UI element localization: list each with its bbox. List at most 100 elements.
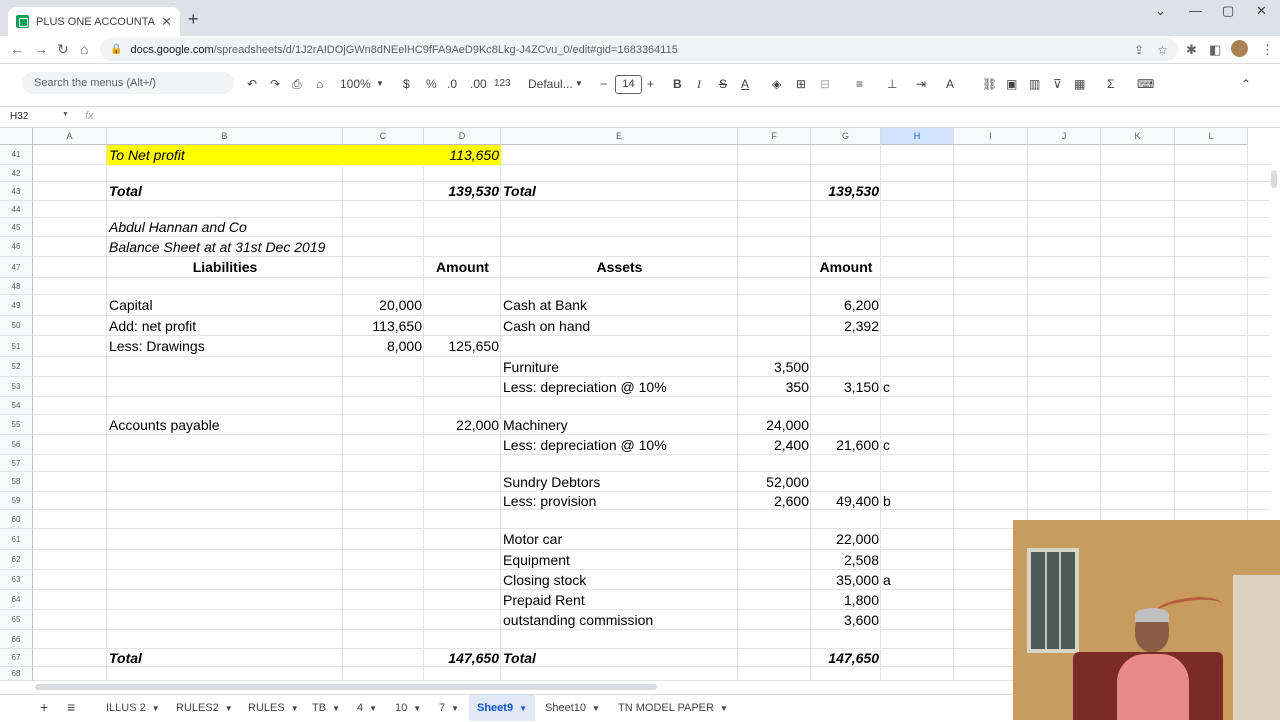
row-header-54[interactable]: 54 — [0, 397, 33, 415]
sheet-tab-10[interactable]: 10 ▼ — [387, 695, 429, 721]
cell-e56[interactable]: Less: depreciation @ 10% — [501, 435, 669, 455]
tab-search-icon[interactable]: ⌄ — [1155, 3, 1166, 19]
row-header-53[interactable]: 53 — [0, 377, 33, 397]
cell-c50[interactable]: 113,650 — [343, 316, 424, 336]
cell-b45[interactable]: Abdul Hannan and Co — [107, 218, 249, 237]
row-header-52[interactable]: 52 — [0, 357, 33, 377]
row-header-42[interactable]: 42 — [0, 165, 33, 182]
cell-d67[interactable]: 147,650 — [424, 649, 501, 667]
sheet-tab-sheet10[interactable]: Sheet10 ▼ — [537, 695, 608, 721]
all-sheets-icon[interactable]: ≡ — [67, 699, 75, 715]
cell-f58[interactable]: 52,000 — [738, 472, 811, 492]
font-size-input[interactable]: 14 — [615, 75, 642, 94]
strikethrough-icon[interactable]: S — [719, 77, 727, 91]
browser-menu-icon[interactable]: ⋮ — [1261, 42, 1274, 58]
sheet-tab-menu-icon[interactable]: ▼ — [519, 704, 527, 713]
url-field[interactable]: 🔒 docs.google.com /spreadsheets/d/1J2rAI… — [100, 38, 1178, 61]
row-header-59[interactable]: 59 — [0, 492, 33, 510]
cell-e65[interactable]: outstanding commission — [501, 610, 655, 630]
paint-format-icon[interactable]: ⌂ — [316, 77, 323, 91]
row-header-63[interactable]: 63 — [0, 570, 33, 590]
cell-d43[interactable]: 139,530 — [424, 182, 501, 201]
row-header-67[interactable]: 67 — [0, 649, 33, 667]
decrease-font-icon[interactable]: − — [600, 77, 607, 91]
cell-e58[interactable]: Sundry Debtors — [501, 472, 602, 492]
sheet-tab-menu-icon[interactable]: ▼ — [291, 704, 299, 713]
text-wrap-icon[interactable]: ⇥ — [916, 77, 926, 91]
sheet-tab-tn-model-paper[interactable]: TN MODEL PAPER ▼ — [610, 695, 736, 721]
extensions-icon[interactable]: ✱ — [1186, 42, 1197, 58]
row-header-60[interactable]: 60 — [0, 510, 33, 529]
increase-decimal-button[interactable]: .00 — [470, 77, 487, 91]
column-header-h[interactable]: H — [881, 128, 954, 145]
close-window-icon[interactable]: ✕ — [1256, 3, 1267, 19]
browser-tab[interactable]: PLUS ONE ACCOUNTANCY TAMI ✕ — [8, 7, 180, 36]
select-all-corner[interactable] — [0, 128, 33, 145]
text-rotation-icon[interactable]: A — [946, 77, 954, 91]
text-color-icon[interactable]: A — [741, 77, 749, 91]
column-header-g[interactable]: G — [811, 128, 881, 145]
cell-d55[interactable]: 22,000 — [424, 415, 501, 435]
reload-icon[interactable]: ↻ — [57, 41, 69, 58]
cell-c51[interactable]: 8,000 — [343, 336, 424, 357]
back-icon[interactable]: ← — [10, 41, 24, 57]
sheet-tab-menu-icon[interactable]: ▼ — [413, 704, 421, 713]
cell-g50[interactable]: 2,392 — [811, 316, 881, 336]
cell-f55[interactable]: 24,000 — [738, 415, 811, 435]
insert-comment-icon[interactable]: ▣ — [1006, 77, 1017, 91]
new-tab-icon[interactable]: + — [188, 9, 199, 30]
cell-e61[interactable]: Motor car — [501, 529, 564, 550]
fill-color-icon[interactable]: ◈ — [772, 77, 781, 91]
font-chevron-icon[interactable]: ▼ — [575, 79, 583, 88]
name-box[interactable]: H32 — [10, 111, 28, 122]
percent-button[interactable]: % — [426, 77, 437, 91]
cell-c49[interactable]: 20,000 — [343, 295, 424, 316]
bold-icon[interactable]: B — [673, 77, 682, 91]
row-header-66[interactable]: 66 — [0, 630, 33, 649]
sheet-tab-menu-icon[interactable]: ▼ — [152, 704, 160, 713]
cell-e59[interactable]: Less: provision — [501, 492, 598, 510]
cell-b50[interactable]: Add: net profit — [107, 316, 198, 336]
column-header-a[interactable]: A — [33, 128, 107, 145]
vertical-scrollbar[interactable] — [1271, 170, 1277, 188]
row-header-48[interactable]: 48 — [0, 278, 33, 295]
redo-icon[interactable]: ↷ — [270, 77, 280, 91]
row-header-65[interactable]: 65 — [0, 610, 33, 630]
zoom-select[interactable]: 100% — [340, 77, 371, 91]
currency-button[interactable]: $ — [403, 77, 410, 91]
row-header-44[interactable]: 44 — [0, 201, 33, 218]
sheet-tab-menu-icon[interactable]: ▼ — [369, 704, 377, 713]
cell-g56[interactable]: 21,600 — [811, 435, 881, 455]
filter-views-icon[interactable]: ▦ — [1074, 77, 1085, 91]
row-header-62[interactable]: 62 — [0, 550, 33, 570]
cell-e55[interactable]: Machinery — [501, 415, 570, 435]
cell-b47[interactable]: Liabilities — [107, 257, 343, 278]
print-icon[interactable]: ⎙ — [292, 77, 302, 92]
cell-h59[interactable]: b — [881, 492, 893, 510]
cell-f52[interactable]: 3,500 — [738, 357, 811, 377]
cell-e49[interactable]: Cash at Bank — [501, 295, 589, 316]
row-header-61[interactable]: 61 — [0, 529, 33, 550]
more-formats-button[interactable]: 123 — [494, 78, 511, 89]
cell-g67[interactable]: 147,650 — [811, 649, 881, 667]
row-header-51[interactable]: 51 — [0, 336, 33, 357]
column-header-l[interactable]: L — [1175, 128, 1248, 145]
close-tab-icon[interactable]: ✕ — [161, 14, 172, 30]
maximize-icon[interactable]: ▢ — [1222, 3, 1234, 19]
row-header-55[interactable]: 55 — [0, 415, 33, 435]
row-header-41[interactable]: 41 — [0, 145, 33, 165]
cell-e50[interactable]: Cash on hand — [501, 316, 592, 336]
cell-g59[interactable]: 49,400 — [811, 492, 881, 510]
column-header-d[interactable]: D — [424, 128, 501, 145]
italic-icon[interactable]: I — [697, 77, 701, 92]
row-header-68[interactable]: 68 — [0, 667, 33, 681]
cell-b51[interactable]: Less: Drawings — [107, 336, 207, 357]
decrease-decimal-button[interactable]: .0 — [447, 77, 457, 91]
cell-e63[interactable]: Closing stock — [501, 570, 588, 590]
cell-e67[interactable]: Total — [501, 649, 538, 667]
sheet-tab-7[interactable]: 7 ▼ — [431, 695, 467, 721]
name-box-chevron-icon[interactable]: ▼ — [62, 111, 69, 118]
cell-b43[interactable]: Total — [107, 182, 144, 201]
cell-g61[interactable]: 22,000 — [811, 529, 881, 550]
cell-g62[interactable]: 2,508 — [811, 550, 881, 570]
